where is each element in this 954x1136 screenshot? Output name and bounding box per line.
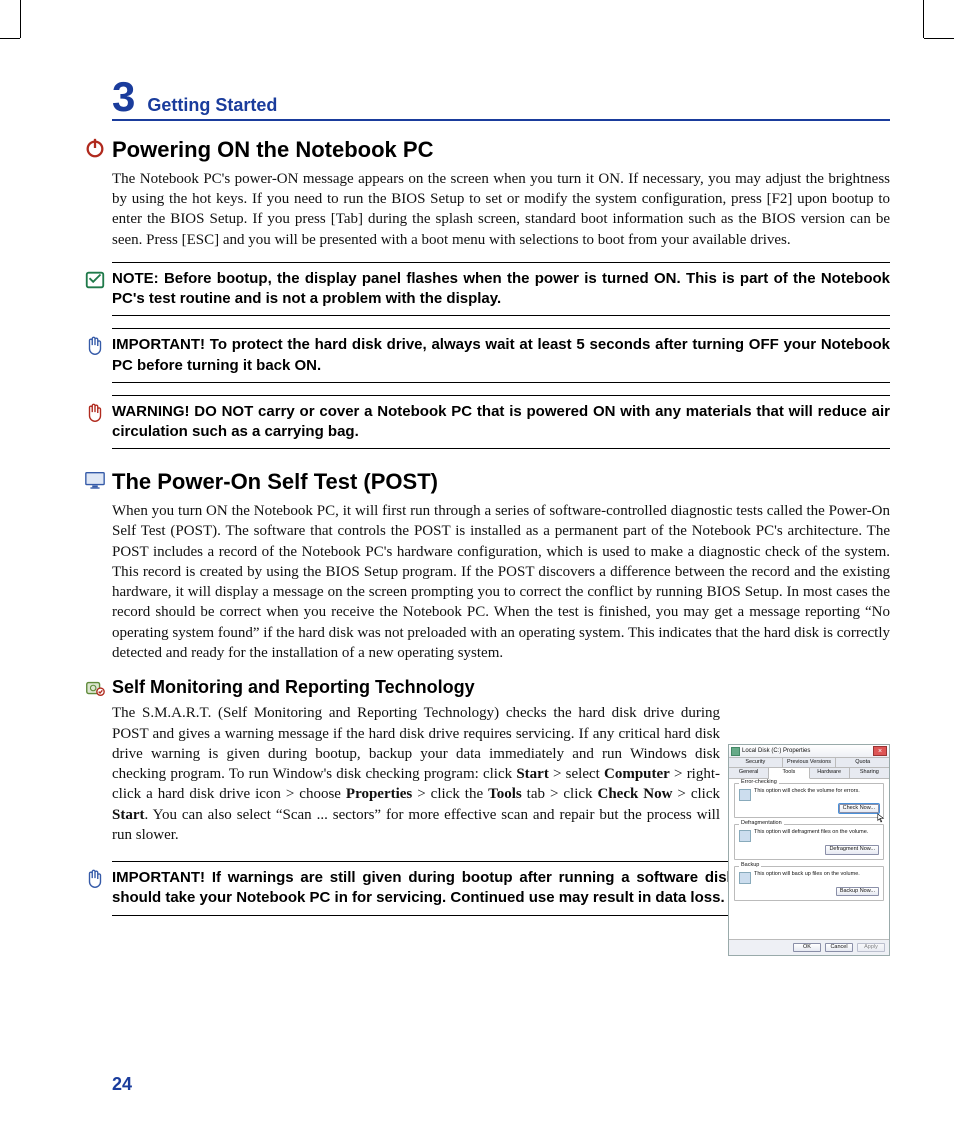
kw-tools: Tools bbox=[488, 786, 522, 802]
backup-desc: This option will back up files on the vo… bbox=[754, 871, 879, 878]
callout-important-1: IMPORTANT! To protect the hard disk driv… bbox=[112, 328, 890, 383]
crop-mark bbox=[923, 0, 924, 38]
callout-note: NOTE: Before bootup, the display panel f… bbox=[112, 262, 890, 317]
chapter-header: 3 Getting Started bbox=[112, 78, 890, 121]
tab-general[interactable]: General bbox=[729, 768, 769, 777]
manual-page: 3 Getting Started Powering ON the Notebo… bbox=[0, 0, 954, 1136]
error-checking-icon bbox=[739, 789, 751, 801]
backup-icon bbox=[739, 872, 751, 884]
group-backup: Backup This option will back up files on… bbox=[734, 866, 884, 901]
legend-backup: Backup bbox=[739, 862, 761, 869]
tab-quota[interactable]: Quota bbox=[836, 758, 889, 767]
kw-check-now: Check Now bbox=[598, 786, 673, 802]
hand-stop-icon bbox=[84, 335, 106, 357]
legend-error-checking: Error-checking bbox=[739, 779, 779, 786]
legend-defragmentation: Defragmentation bbox=[739, 820, 784, 827]
heading-powering-on: Powering ON the Notebook PC bbox=[112, 135, 890, 165]
smart-text: select bbox=[566, 766, 604, 782]
apply-button[interactable]: Apply bbox=[857, 943, 885, 952]
group-error-checking: Error-checking This option will check th… bbox=[734, 783, 884, 818]
defragmentation-desc: This option will defragment files on the… bbox=[754, 829, 879, 836]
close-icon[interactable]: × bbox=[873, 746, 887, 756]
sep: > bbox=[549, 766, 566, 782]
crop-mark bbox=[0, 38, 20, 39]
warning-hand-icon bbox=[84, 402, 106, 424]
hand-stop-icon bbox=[84, 868, 106, 890]
defragment-now-button[interactable]: Defragment Now... bbox=[825, 845, 879, 854]
dialog-panel: Error-checking This option will check th… bbox=[729, 779, 889, 939]
dialog-footer: OK Cancel Apply bbox=[729, 939, 889, 955]
tab-hardware[interactable]: Hardware bbox=[810, 768, 850, 777]
kw-start2: Start bbox=[112, 807, 145, 823]
smart-text: . You can also select “Scan ... sectors”… bbox=[112, 807, 720, 843]
smart-text: click the bbox=[431, 786, 488, 802]
heading-post: The Power-On Self Test (POST) bbox=[112, 467, 890, 497]
chapter-number: 3 bbox=[112, 78, 135, 116]
crop-mark bbox=[20, 0, 21, 38]
warning-text: WARNING! DO NOT carry or cover a Noteboo… bbox=[112, 402, 890, 443]
section-powering-on: Powering ON the Notebook PC The Notebook… bbox=[112, 135, 890, 250]
tab-tools[interactable]: Tools bbox=[769, 768, 809, 778]
kw-computer: Computer bbox=[604, 766, 670, 782]
kw-start: Start bbox=[516, 766, 549, 782]
crop-mark bbox=[924, 38, 954, 39]
tab-security[interactable]: Security bbox=[729, 758, 783, 767]
sep: > bbox=[670, 766, 687, 782]
page-number: 24 bbox=[112, 1072, 132, 1096]
ok-button[interactable]: OK bbox=[793, 943, 821, 952]
body-post: When you turn ON the Notebook PC, it wil… bbox=[112, 501, 890, 663]
dialog-tabs-row2: General Tools Hardware Sharing bbox=[729, 768, 889, 778]
power-icon bbox=[84, 137, 106, 159]
tab-previous-versions[interactable]: Previous Versions bbox=[783, 758, 837, 767]
section-post: The Power-On Self Test (POST) When you t… bbox=[112, 467, 890, 663]
sep: > bbox=[412, 786, 430, 802]
defragmentation-icon bbox=[739, 830, 751, 842]
figure-disk-properties-dialog: Local Disk (C:) Properties × Security Pr… bbox=[728, 744, 890, 956]
important-1-text: IMPORTANT! To protect the hard disk driv… bbox=[112, 335, 890, 376]
smart-text: click bbox=[691, 786, 720, 802]
dialog-tabs-row1: Security Previous Versions Quota bbox=[729, 758, 889, 768]
sep: > bbox=[672, 786, 690, 802]
body-powering-on: The Notebook PC's power-ON message appea… bbox=[112, 169, 890, 250]
chapter-title: Getting Started bbox=[147, 93, 277, 117]
cancel-button[interactable]: Cancel bbox=[825, 943, 853, 952]
dialog-titlebar: Local Disk (C:) Properties × bbox=[729, 745, 889, 758]
error-checking-desc: This option will check the volume for er… bbox=[754, 788, 879, 795]
smart-text: tab > click bbox=[522, 786, 598, 802]
heading-smart: Self Monitoring and Reporting Technology bbox=[112, 675, 890, 699]
cursor-icon bbox=[877, 813, 885, 823]
note-icon bbox=[84, 269, 106, 291]
callout-warning: WARNING! DO NOT carry or cover a Noteboo… bbox=[112, 395, 890, 450]
kw-properties: Properties bbox=[346, 786, 412, 802]
group-defragmentation: Defragmentation This option will defragm… bbox=[734, 824, 884, 859]
check-now-button[interactable]: Check Now... bbox=[839, 804, 879, 813]
backup-now-button[interactable]: Backup Now... bbox=[836, 887, 879, 896]
drive-icon bbox=[731, 747, 740, 756]
monitor-icon bbox=[84, 469, 106, 491]
dialog-title: Local Disk (C:) Properties bbox=[742, 747, 810, 755]
tab-sharing[interactable]: Sharing bbox=[850, 768, 889, 777]
drive-check-icon bbox=[84, 677, 106, 699]
note-text: NOTE: Before bootup, the display panel f… bbox=[112, 269, 890, 310]
